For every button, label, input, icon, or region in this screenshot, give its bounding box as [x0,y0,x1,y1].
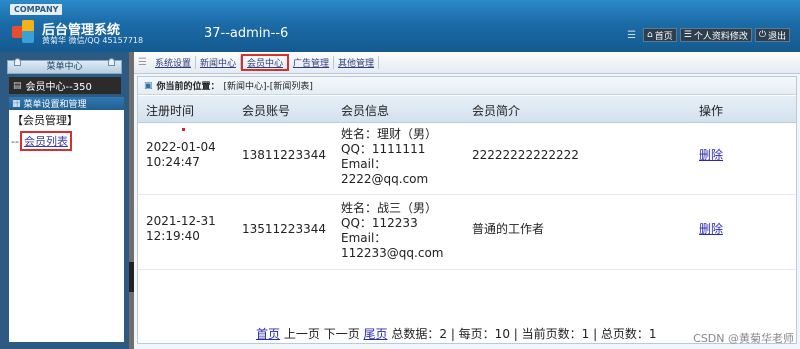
home-button[interactable]: ⌂ 首页 [643,28,677,42]
pin-icon [108,58,115,66]
marker-dot [182,128,185,131]
column-header: 会员简介 [472,104,521,118]
breadcrumb-path: [新闻中心]-[新闻列表] [223,82,313,92]
column-header: 注册时间 [146,104,195,118]
prev-page-link[interactable]: 上一页 [284,327,320,341]
member-center-label: 会员中心--350 [25,82,92,93]
table-row: 2022-01-04 10:24:47 13811223344 姓名：理财（男）… [138,125,796,195]
register-clock: 12:19:40 [146,229,200,243]
sidebar-heading-label: 菜单中心 [46,62,83,72]
menu-item-member-list: -- 会员列表 [11,131,72,151]
menu-panel: ▦ 菜单设置和管理 【会员管理】 -- 会员列表 [9,97,124,342]
sidebar: 菜单中心 ▤ 会员中心--350 ▦ 菜单设置和管理 【会员管理】 -- 会员列… [0,52,129,349]
register-time: 2021-12-31 12:19:40 [146,214,216,244]
info-qq: QQ：1111111 [341,142,426,156]
grid-icon: ▦ [12,98,21,109]
info-email: 112233@qq.com [341,246,444,260]
watermark: CSDN @黄菊华老师 [693,332,794,345]
column-header: 会员信息 [341,104,390,118]
next-page-link[interactable]: 下一页 [324,327,360,341]
nav-member-center[interactable]: 会员中心 [241,54,290,71]
table-row: 2021-12-31 12:19:40 13511223344 姓名：战三（男）… [138,198,796,270]
profile-edit-button-label: 个人资料修改 [693,31,748,42]
home-icon: ⌂ [647,30,653,40]
member-info: 姓名：理财（男） QQ：1111111 Email： 2222@qq.com [341,127,437,187]
member-info: 姓名：战三（男） QQ：112233 Email： 112233@qq.com [341,201,444,261]
menu-title: ▦ 菜单设置和管理 [9,97,124,110]
delete-link[interactable]: 删除 [699,222,723,237]
list-icon: ☰ [683,30,692,40]
cubes-logo-icon [12,20,36,44]
content-panel: ▣ 你当前的位置： [新闻中心]-[新闻列表] 注册时间 会员账号 会员信息 会… [137,76,797,344]
logout-button[interactable]: ⏻ 退出 [754,28,790,42]
info-name: 姓名：战三（男） [341,201,438,215]
menu-item-prefix: -- [11,134,19,148]
member-account: 13511223344 [242,222,326,236]
member-list-link[interactable]: 会员列表 [19,131,72,151]
register-date: 2022-01-04 [146,140,216,154]
top-button-bar: ☰ ⌂ 首页 ☰ 个人资料修改 ⏻ 退出 [627,28,790,42]
breadcrumb: ▣ 你当前的位置： [新闻中心]-[新闻列表] [138,77,796,95]
info-email: 2222@qq.com [341,172,429,186]
last-page-link[interactable]: 尾页 [364,327,388,341]
pagination-stats: 总数据：2 | 每页：10 | 当前页数：1 | 总页数：1 [391,327,657,341]
nav-news-center[interactable]: 新闻中心 [196,56,241,69]
sidebar-heading: 菜单中心 [7,58,122,74]
member-center-bar[interactable]: ▤ 会员中心--350 [9,77,121,94]
grip-icon: ☰ [627,29,637,41]
nav-ad-management[interactable]: 广告管理 [289,56,335,69]
menu-group-label: 【会员管理】 [12,114,78,127]
app-header: COMPANY 后台管理系统 黄菊华 微信/QQ 45157718 37--ad… [0,0,800,52]
company-tag: COMPANY [10,4,63,15]
first-page-link[interactable]: 首页 [256,327,280,341]
register-clock: 10:24:47 [146,155,200,169]
delete-link[interactable]: 删除 [699,148,723,163]
column-header: 会员账号 [242,104,291,118]
location-icon: ▣ [144,80,153,91]
member-intro: 22222222222222 [472,148,579,162]
system-subtitle: 黄菊华 微信/QQ 45157718 [42,36,144,45]
info-name: 姓名：理财（男） [341,127,438,141]
register-date: 2021-12-31 [146,214,216,228]
member-intro: 普通的工作者 [472,222,545,236]
main-area: ☰ 系统设置 新闻中心 会员中心 广告管理 其他管理 ▣ 你当前的位置： [新闻… [134,52,800,349]
bars-icon: ▤ [13,80,22,91]
profile-edit-button[interactable]: ☰ 个人资料修改 [679,28,752,42]
info-email-label: Email： [341,157,387,171]
menu-title-label: 菜单设置和管理 [23,100,87,110]
breadcrumb-label: 你当前的位置： [156,82,220,92]
grip-icon: ☰ [138,57,147,68]
power-icon: ⏻ [758,30,766,40]
info-email-label: Email： [341,231,387,245]
member-account: 13811223344 [242,148,326,162]
home-button-label: 首页 [654,31,673,42]
nav-system-settings[interactable]: 系统设置 [151,56,196,69]
register-time: 2022-01-04 10:24:47 [146,140,216,170]
table-header: 注册时间 会员账号 会员信息 会员简介 操作 [138,96,796,123]
top-nav: ☰ 系统设置 新闻中心 会员中心 广告管理 其他管理 [134,52,800,74]
column-header: 操作 [699,104,724,118]
nav-other-management[interactable]: 其他管理 [334,56,380,69]
logout-button-label: 退出 [767,31,786,42]
user-info: 37--admin--6 [204,26,289,41]
pin-icon [14,58,21,66]
info-qq: QQ：112233 [341,216,418,230]
